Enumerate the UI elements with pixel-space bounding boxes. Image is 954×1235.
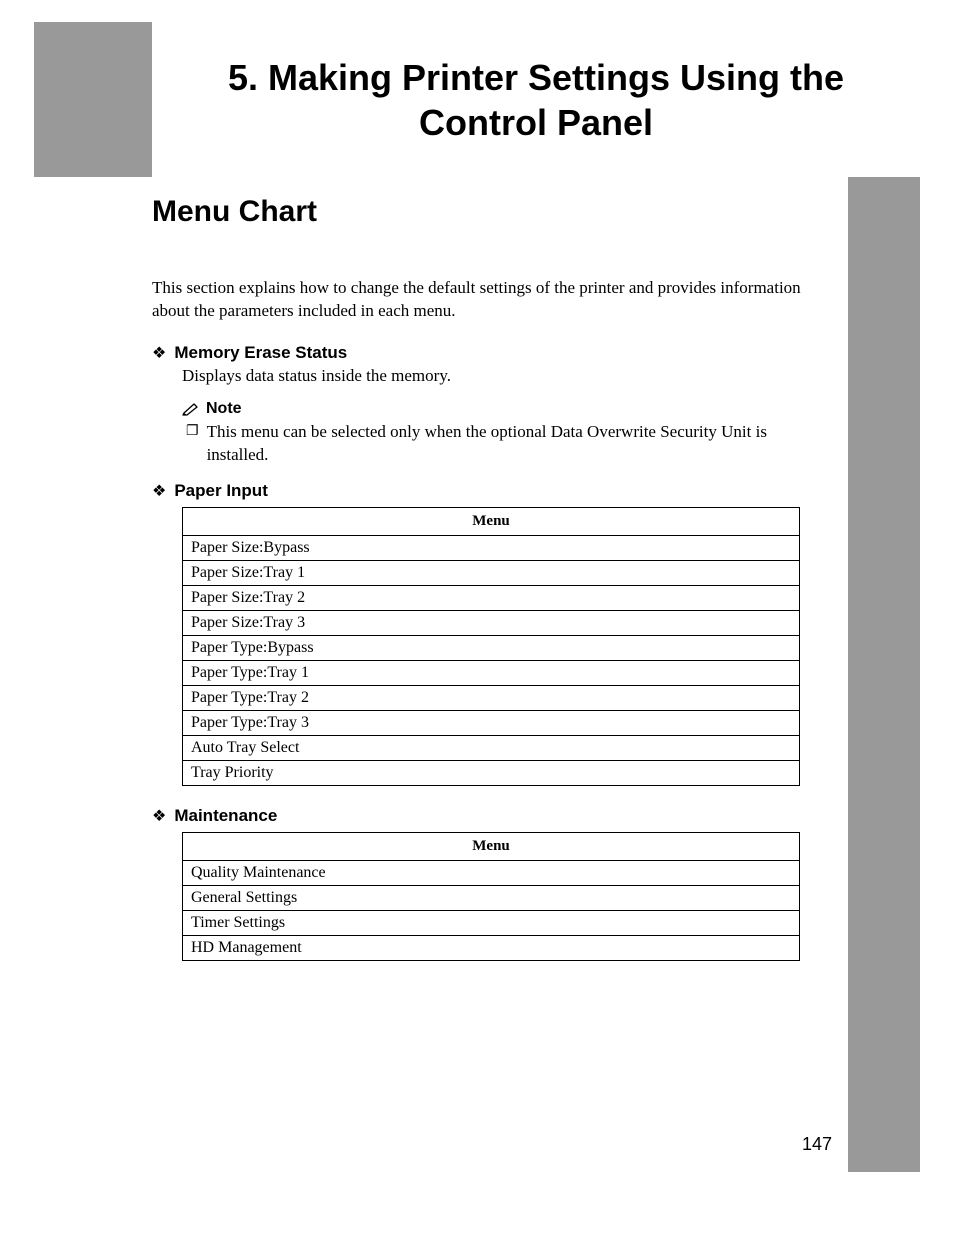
table-cell: Paper Type:Tray 3 xyxy=(183,710,800,735)
diamond-bullet-icon: ❖ xyxy=(152,806,166,826)
table-row: Paper Size:Tray 1 xyxy=(183,560,800,585)
diamond-bullet-icon: ❖ xyxy=(152,343,166,363)
note-label: Note xyxy=(206,400,242,418)
chapter-title: 5. Making Printer Settings Using the Con… xyxy=(172,55,900,145)
page-number: 147 xyxy=(802,1134,832,1155)
menu-item-title: Paper Input xyxy=(174,481,268,501)
table-cell: Paper Type:Tray 1 xyxy=(183,660,800,685)
square-bullet-icon: ❐ xyxy=(186,421,199,443)
note-item: ❐ This menu can be selected only when th… xyxy=(186,421,802,467)
page-content: Menu Chart This section explains how to … xyxy=(152,195,802,981)
menu-item-title: Memory Erase Status xyxy=(174,343,347,363)
table-cell: General Settings xyxy=(183,885,800,910)
menu-item-maintenance: ❖ Maintenance Menu Quality Maintenance G… xyxy=(152,806,802,961)
menu-item-header: ❖ Maintenance xyxy=(152,806,802,826)
menu-item-paper-input: ❖ Paper Input Menu Paper Size:Bypass Pap… xyxy=(152,481,802,786)
table-row: Paper Size:Tray 3 xyxy=(183,610,800,635)
note-text: This menu can be selected only when the … xyxy=(207,421,802,467)
menu-item-memory-erase: ❖ Memory Erase Status Displays data stat… xyxy=(152,343,802,467)
chapter-header-inner: 5. Making Printer Settings Using the Con… xyxy=(152,22,920,177)
menu-item-body: Displays data status inside the memory. xyxy=(182,365,802,388)
table-header: Menu xyxy=(183,832,800,860)
diamond-bullet-icon: ❖ xyxy=(152,481,166,501)
table-cell: Paper Type:Tray 2 xyxy=(183,685,800,710)
table-row: Tray Priority xyxy=(183,760,800,785)
table-row: Quality Maintenance xyxy=(183,860,800,885)
table-cell: Paper Size:Tray 2 xyxy=(183,585,800,610)
table-row: Paper Type:Tray 1 xyxy=(183,660,800,685)
pencil-icon xyxy=(182,402,200,416)
section-heading: Menu Chart xyxy=(152,195,802,229)
table-cell: Paper Size:Tray 1 xyxy=(183,560,800,585)
menu-item-header: ❖ Paper Input xyxy=(152,481,802,501)
table-cell: Paper Size:Tray 3 xyxy=(183,610,800,635)
table-row: Paper Size:Tray 2 xyxy=(183,585,800,610)
table-row: Auto Tray Select xyxy=(183,735,800,760)
table-row: General Settings xyxy=(183,885,800,910)
table-cell: Auto Tray Select xyxy=(183,735,800,760)
table-cell: Paper Size:Bypass xyxy=(183,535,800,560)
paper-input-table: Menu Paper Size:Bypass Paper Size:Tray 1… xyxy=(182,507,800,786)
menu-item-header: ❖ Memory Erase Status xyxy=(152,343,802,363)
menu-item-title: Maintenance xyxy=(174,806,277,826)
table-row: Paper Size:Bypass xyxy=(183,535,800,560)
table-cell: Quality Maintenance xyxy=(183,860,800,885)
section-intro: This section explains how to change the … xyxy=(152,277,802,323)
table-row: Paper Type:Bypass xyxy=(183,635,800,660)
chapter-header-band: 5. Making Printer Settings Using the Con… xyxy=(34,22,920,177)
table-cell: HD Management xyxy=(183,935,800,960)
table-cell: Paper Type:Bypass xyxy=(183,635,800,660)
note-header: Note xyxy=(182,400,802,418)
table-row: Paper Type:Tray 2 xyxy=(183,685,800,710)
right-side-band xyxy=(848,177,920,1172)
maintenance-table: Menu Quality Maintenance General Setting… xyxy=(182,832,800,961)
table-row: HD Management xyxy=(183,935,800,960)
table-header: Menu xyxy=(183,507,800,535)
table-row: Paper Type:Tray 3 xyxy=(183,710,800,735)
table-cell: Timer Settings xyxy=(183,910,800,935)
table-cell: Tray Priority xyxy=(183,760,800,785)
note-block: Note ❐ This menu can be selected only wh… xyxy=(182,400,802,467)
table-row: Timer Settings xyxy=(183,910,800,935)
